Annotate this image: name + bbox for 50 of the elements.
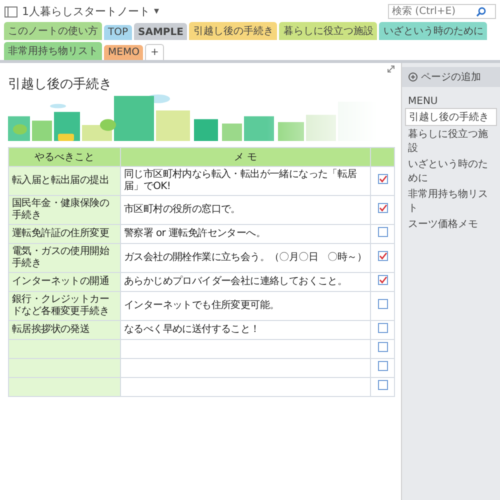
page-title: 引越し後の手続き: [8, 76, 112, 93]
memo-cell: あらかじめプロバイダー会社に連絡しておくこと。: [120, 272, 370, 292]
memo-cell: 警察署 or 運転免許センターへ。: [120, 224, 370, 244]
memo-cell: 同じ市区町村内なら転入・転出が一緒になった「転居届」でOK!: [120, 166, 370, 196]
page-item[interactable]: 暮らしに役立つ施設: [405, 126, 497, 156]
memo-cell: 市区町村の役所の窓口で。: [120, 196, 370, 224]
notebook-icon: [4, 6, 18, 18]
notebook-dropdown[interactable]: ▾: [154, 6, 160, 17]
add-page-button[interactable]: ページの追加: [402, 67, 500, 87]
column-header: メ モ: [120, 148, 370, 166]
task-cell: 電気・ガスの使用開始手続き: [8, 244, 120, 272]
plus-circle-icon: [408, 72, 418, 82]
task-cell: 銀行・クレジットカードなど各種変更手続き: [8, 292, 120, 320]
checkbox[interactable]: [378, 174, 388, 184]
checkbox[interactable]: [378, 227, 388, 237]
page-item[interactable]: 非常用持ち物リスト: [405, 186, 497, 216]
search-icon: [476, 6, 486, 16]
checkbox[interactable]: [378, 203, 388, 213]
checkbox[interactable]: [378, 251, 388, 261]
section-tab[interactable]: このノートの使い方: [4, 22, 102, 40]
section-tab[interactable]: 引越し後の手続き: [189, 22, 278, 40]
checkbox[interactable]: [378, 380, 388, 390]
section-tab[interactable]: MEMO: [104, 45, 144, 60]
task-cell: 国民年金・健康保険の手続き: [8, 196, 120, 224]
task-cell: インターネットの開通: [8, 272, 120, 292]
checkbox[interactable]: [378, 299, 388, 309]
section-tab[interactable]: TOP: [104, 25, 132, 40]
task-cell: 転入届と転出届の提出: [8, 166, 120, 196]
expand-icon[interactable]: [387, 65, 395, 73]
column-header: やるべきこと: [8, 148, 120, 166]
checkbox[interactable]: [378, 275, 388, 285]
search-field[interactable]: 検索 (Ctrl+E): [388, 4, 496, 19]
memo-cell: なるべく早めに送付すること！: [120, 320, 370, 340]
memo-cell: ガス会社の開栓作業に立ち会う。（〇月〇日 〇時～）: [120, 244, 370, 272]
task-cell: 運転免許証の住所変更: [8, 224, 120, 244]
page-item[interactable]: いざという時のために: [405, 156, 497, 186]
page-item[interactable]: MENU: [405, 95, 497, 108]
section-tab[interactable]: 暮らしに役立つ施設: [279, 22, 378, 40]
section-tab[interactable]: 非常用持ち物リスト: [4, 42, 102, 60]
add-section-tab[interactable]: +: [145, 44, 164, 60]
notebook-title[interactable]: 1人暮らしスタートノート: [22, 4, 150, 19]
checkbox[interactable]: [378, 342, 388, 352]
page-item[interactable]: スーツ価格メモ: [405, 216, 497, 232]
task-cell: 転居挨拶状の発送: [8, 320, 120, 340]
checkbox[interactable]: [378, 323, 388, 333]
page-item[interactable]: 引越し後の手続き: [405, 108, 497, 126]
section-tab[interactable]: いざという時のために: [379, 22, 488, 40]
checkbox[interactable]: [378, 361, 388, 371]
section-tab[interactable]: SAMPLE: [134, 23, 188, 40]
memo-cell: インターネットでも住所変更可能。: [120, 292, 370, 320]
